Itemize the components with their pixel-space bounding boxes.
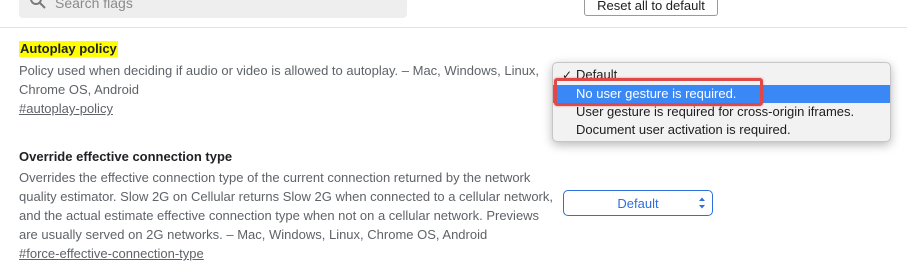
dropdown-option-document-user-activation[interactable]: Document user activation is required. xyxy=(553,121,890,139)
select-value: Default xyxy=(617,195,659,211)
flag-anchor-link[interactable]: #autoplay-policy xyxy=(19,99,113,118)
flag-title: Override effective connection type xyxy=(19,149,233,164)
dropdown-option-no-user-gesture[interactable]: No user gesture is required. xyxy=(553,85,890,103)
option-label: Default xyxy=(576,67,618,82)
option-label: User gesture is required for cross-origi… xyxy=(576,104,855,119)
flag-autoplay-policy: Autoplay policy Policy used when decidin… xyxy=(19,40,549,118)
flag-description: Overrides the effective connection type … xyxy=(19,168,559,244)
flag-anchor-link[interactable]: #force-effective-connection-type xyxy=(19,244,204,263)
autoplay-policy-dropdown: ✓ Default No user gesture is required. U… xyxy=(552,62,891,142)
dropdown-option-default[interactable]: ✓ Default xyxy=(553,66,890,84)
flag-title: Autoplay policy xyxy=(19,41,118,57)
flag-description-line: and the actual estimate effective connec… xyxy=(19,208,540,223)
search-input[interactable]: Search flags xyxy=(19,0,407,18)
flag-description-line: Chrome OS, Android xyxy=(19,82,139,97)
option-label: No user gesture is required. xyxy=(576,86,737,101)
dropdown-option-user-gesture-cross-origin[interactable]: User gesture is required for cross-origi… xyxy=(553,103,890,121)
flag-description-line: are usually served on 2G networks. – Mac… xyxy=(19,227,488,242)
search-icon xyxy=(30,0,46,9)
reset-all-button[interactable]: Reset all to default xyxy=(584,0,718,16)
header-bar: Search flags Reset all to default xyxy=(0,0,907,28)
search-placeholder: Search flags xyxy=(55,0,133,11)
select-arrows-icon xyxy=(699,197,705,209)
connection-type-select[interactable]: Default xyxy=(563,190,713,216)
flag-override-effective-connection-type: Override effective connection type Overr… xyxy=(19,149,559,263)
flag-description-line: quality estimator. Slow 2G on Cellular r… xyxy=(19,189,553,204)
checkmark-icon: ✓ xyxy=(562,68,573,82)
flag-description: Policy used when deciding if audio or vi… xyxy=(19,61,549,99)
flag-description-line: Overrides the effective connection type … xyxy=(19,170,531,185)
flag-description-line: Policy used when deciding if audio or vi… xyxy=(19,63,540,78)
option-label: Document user activation is required. xyxy=(576,122,791,137)
